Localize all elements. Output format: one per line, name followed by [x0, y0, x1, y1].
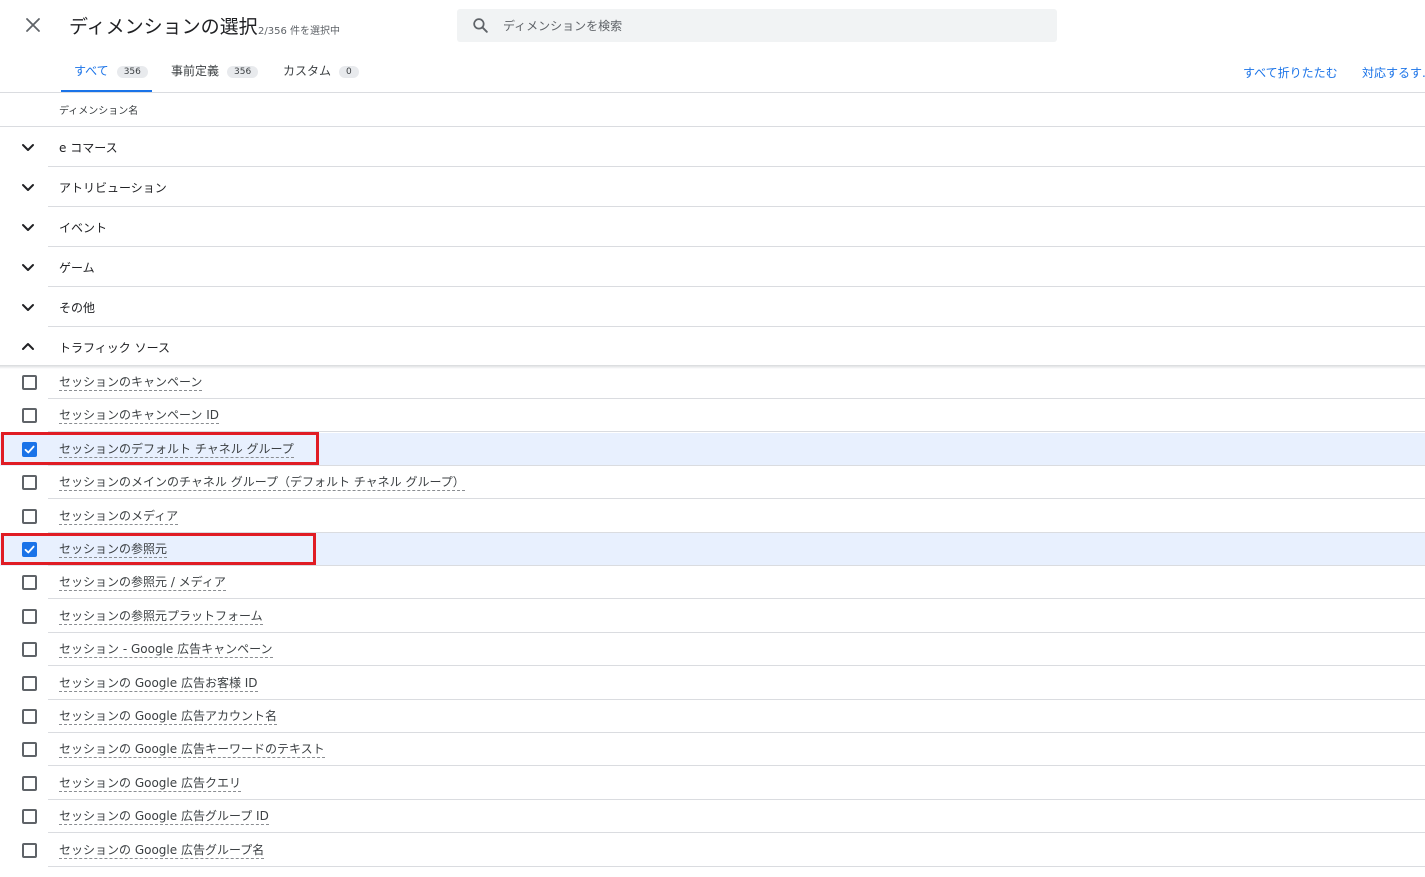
checkbox[interactable]: [22, 675, 37, 691]
check-icon: [24, 445, 35, 454]
checkbox[interactable]: [22, 642, 37, 658]
checkbox-checked[interactable]: [22, 441, 37, 457]
collapse-all-link[interactable]: すべて折りたたむ: [1243, 64, 1338, 81]
tab-count-badge: 0: [339, 66, 359, 78]
dimension-row[interactable]: セッションの Google 広告グループ名: [0, 834, 1425, 867]
category-row[interactable]: トラフィック ソース: [0, 327, 1425, 367]
checkbox-checked[interactable]: [22, 542, 37, 557]
dimension-row[interactable]: セッションの Google 広告キーワードのテキスト: [0, 733, 1425, 767]
dimension-label: セッションのデフォルト チャネル グループ: [59, 441, 294, 458]
close-button[interactable]: [20, 12, 46, 38]
category-row[interactable]: アトリビューション: [0, 167, 1425, 207]
checkbox[interactable]: [22, 775, 37, 791]
category-row[interactable]: e コマース: [0, 127, 1425, 167]
dimension-row[interactable]: セッションの参照元: [0, 533, 1425, 566]
checkbox[interactable]: [22, 842, 37, 858]
dimension-row[interactable]: セッションの Google 広告クエリ: [0, 767, 1425, 800]
chevron-down-icon: [22, 144, 34, 151]
search-input[interactable]: [503, 9, 1043, 42]
dimension-label: セッションの参照元プラットフォーム: [59, 608, 263, 625]
tabs-divider: [0, 92, 1425, 93]
tab-custom[interactable]: カスタム 0: [283, 62, 359, 92]
dimension-row[interactable]: セッションのメインのチャネル グループ（デフォルト チャネル グループ）: [0, 466, 1425, 500]
category-row[interactable]: ゲーム: [0, 247, 1425, 287]
checkbox[interactable]: [22, 475, 37, 491]
row-divider: [48, 865, 1425, 867]
search-box[interactable]: [457, 9, 1057, 42]
chevron-up-icon: [22, 343, 34, 350]
checkbox[interactable]: [22, 809, 37, 825]
checkbox[interactable]: [22, 508, 37, 524]
chevron-down-icon: [22, 224, 34, 231]
selected-count: 2/356 件を選択中: [258, 26, 340, 37]
search-icon: [473, 18, 488, 33]
dimension-label: セッションの参照元 / メディア: [59, 575, 226, 592]
dimension-row[interactable]: セッションの Google 広告アカウント名: [0, 700, 1425, 733]
dimension-label: セッションのキャンペーン ID: [59, 408, 219, 425]
close-icon: [26, 18, 40, 32]
dimension-row[interactable]: セッションの参照元プラットフォーム: [0, 600, 1425, 633]
dialog-header: ディメンションの選択 2/356 件を選択中: [0, 0, 1425, 50]
tab-count-badge: 356: [116, 66, 148, 78]
dimension-row[interactable]: セッション - Google 広告キャンペーン: [0, 633, 1425, 667]
dialog-title: ディメンションの選択: [69, 16, 258, 38]
dimension-row[interactable]: セッションの参照元 / メディア: [0, 566, 1425, 600]
dimension-label: セッションの Google 広告アカウント名: [59, 709, 277, 725]
check-icon: [24, 545, 35, 554]
dimension-label: セッションのメディア: [59, 508, 179, 525]
dimension-label: セッションの Google 広告キーワードのテキスト: [59, 742, 325, 759]
chevron-down-icon: [22, 264, 34, 271]
tab-predefined[interactable]: 事前定義 356: [171, 62, 259, 92]
category-label: アトリビューション: [59, 181, 167, 195]
dimension-label: セッションの Google 広告お客様 ID: [59, 675, 258, 692]
tab-count-badge: 356: [227, 66, 259, 78]
tab-label: 事前定義: [171, 64, 220, 78]
checkbox[interactable]: [22, 575, 37, 591]
dimension-row[interactable]: セッションの Google 広告グループ ID: [0, 800, 1425, 834]
category-label: イベント: [59, 221, 108, 235]
tab-bar: すべて 356 事前定義 356 カスタム 0: [0, 52, 1425, 92]
expand-all-link[interactable]: 対応するす...: [1362, 64, 1425, 81]
dimension-row[interactable]: セッションのキャンペーン: [0, 366, 1425, 399]
chevron-down-icon: [22, 184, 34, 191]
dimension-label: セッション - Google 広告キャンペーン: [59, 642, 273, 659]
checkbox[interactable]: [22, 375, 37, 390]
category-label: その他: [59, 301, 96, 315]
category-label: トラフィック ソース: [59, 341, 170, 355]
checkbox[interactable]: [22, 608, 37, 624]
dimension-row[interactable]: セッションの Google 広告お客様 ID: [0, 667, 1425, 700]
checkbox[interactable]: [22, 742, 37, 758]
dimension-label: セッションの Google 広告グループ ID: [59, 809, 269, 826]
tab-label: すべて: [74, 64, 109, 78]
dimension-label: セッションのメインのチャネル グループ（デフォルト チャネル グループ）: [59, 475, 465, 492]
category-label: ゲーム: [59, 261, 95, 275]
dimension-row[interactable]: セッションのキャンペーン ID: [0, 399, 1425, 433]
dimension-row[interactable]: セッションのメディア: [0, 500, 1425, 533]
dimension-label: セッションの参照元: [59, 542, 168, 558]
column-header-dimension-name: ディメンション名: [59, 106, 139, 117]
tab-all[interactable]: すべて 356: [61, 62, 152, 92]
category-label: e コマース: [59, 141, 118, 155]
dimension-row[interactable]: セッションのデフォルト チャネル グループ: [0, 432, 1425, 466]
tab-label: カスタム: [283, 64, 332, 78]
dimension-label: セッションの Google 広告クエリ: [59, 775, 241, 792]
category-row[interactable]: その他: [0, 287, 1425, 327]
category-row[interactable]: イベント: [0, 207, 1425, 247]
checkbox[interactable]: [22, 408, 37, 424]
checkbox[interactable]: [22, 709, 37, 724]
dimension-label: セッションのキャンペーン: [59, 375, 203, 391]
chevron-down-icon: [22, 304, 34, 311]
dimension-label: セッションの Google 広告グループ名: [59, 842, 265, 859]
